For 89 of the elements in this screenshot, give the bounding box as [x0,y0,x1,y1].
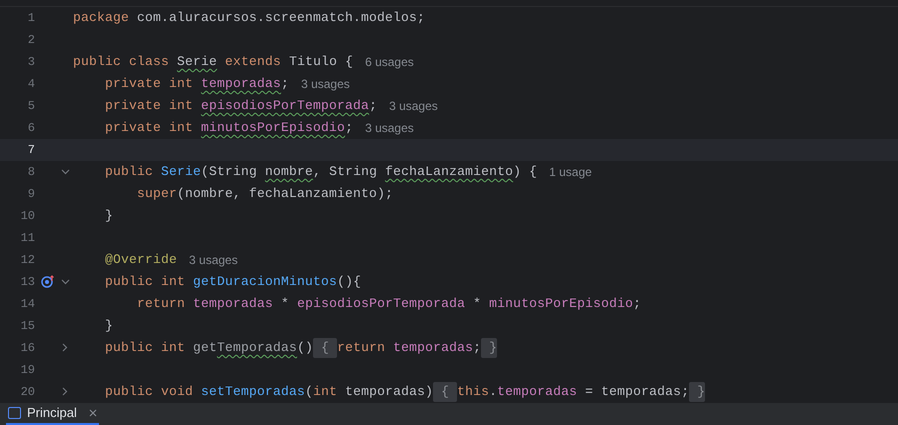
code-text: . [489,383,498,402]
folded-code[interactable]: } [481,338,498,358]
line-number: 7 [26,142,35,159]
line-number: 5 [26,98,35,115]
folded-code[interactable]: { [313,338,338,358]
code-text: (String [201,163,258,182]
field-name: minutosPorEpisodio [201,119,346,138]
keyword-text: int [313,383,338,402]
line-number: 2 [26,32,35,49]
keyword-text: public void [104,383,194,402]
field-name: temporadas [201,75,282,94]
field-name: episodiosPorTemporada [201,97,370,116]
keyword-text: public int [104,273,186,292]
folded-code[interactable]: { [433,382,458,402]
folded-code[interactable]: } [689,382,706,402]
line-number: 1 [26,10,35,27]
keyword-text: extends [224,53,282,72]
expand-icon[interactable] [62,387,68,396]
keyword-text: private int [104,75,194,94]
line-number: 6 [26,120,35,137]
usages-hint[interactable]: 3 usages [365,118,414,137]
line-number: 9 [26,186,35,203]
keyword-text: return [337,339,386,358]
usages-hint[interactable]: 6 usages [365,52,414,71]
field-name: episodiosPorTemporada [297,295,466,314]
code-text: nombre [265,163,314,182]
code-text: ( [305,383,314,402]
annotation-text: @Override [104,251,178,270]
code-text: (){ [337,273,362,292]
close-icon[interactable] [88,409,97,417]
override-icon[interactable] [40,275,54,288]
keyword-text: private int [104,97,194,116]
line-number: 14 [20,296,35,313]
keyword-text: public [104,163,154,182]
line-number: 20 [20,384,35,401]
code-text: } [104,207,114,226]
code-text: Titulo { [288,53,354,72]
line-number: 19 [20,362,35,379]
field-name: temporadas [497,383,578,402]
window-icon [8,407,21,419]
line-number: 10 [20,208,35,225]
code-text: fechaLanzamiento [385,163,514,182]
code-text: temporadas) [345,383,434,402]
line-number: 8 [26,164,35,181]
keyword-text: private int [104,119,194,138]
code-text: ; [473,339,482,358]
method-name: get [193,339,218,358]
code-text: } [104,317,114,336]
field-name: minutosPorEpisodio [489,295,634,314]
code-text: ; [345,119,354,138]
usages-hint[interactable]: 3 usages [389,96,438,115]
expand-icon[interactable] [62,343,68,352]
code-text: Serie [177,53,218,72]
method-name: getDuracionMinutos [193,273,338,292]
code-text: com.aluracursos.screenmatch.modelos; [137,9,426,28]
collapse-icon[interactable] [60,168,70,175]
code-text: (nombre, fechaLanzamiento); [177,185,394,204]
usages-hint[interactable]: 3 usages [301,74,350,93]
line-number: 12 [20,252,35,269]
usages-hint[interactable]: 1 usage [549,162,592,181]
keyword-text: this [457,383,490,402]
method-name: setTemporadas [201,383,306,402]
line-number: 11 [20,230,35,247]
keyword-text: public int [104,339,186,358]
field-name: temporadas [393,339,474,358]
line-number: 3 [26,54,35,71]
code-text: * [280,295,290,314]
line-number: 4 [26,76,35,93]
code-text: () [297,339,314,358]
collapse-icon[interactable] [60,278,70,285]
keyword-text: return [136,295,186,314]
keyword-text: super [136,185,178,204]
method-name: Temporadas [217,339,298,358]
code-text: , String [313,163,378,182]
code-text: ; [281,75,290,94]
file-tab[interactable]: Principal [6,403,99,425]
line-number: 13 [20,274,35,291]
code-text: = temporadas; [584,383,690,402]
keyword-text: package [73,9,130,28]
keyword-text: public class [73,53,170,72]
line-number: 16 [20,340,35,357]
code-text: ; [633,295,642,314]
code-text: ) { [513,163,538,182]
code-text: ; [369,97,378,116]
field-name: temporadas [193,295,274,314]
code-text: * [472,295,482,314]
usages-hint[interactable]: 3 usages [189,250,238,269]
method-name: Serie [161,163,202,182]
line-number: 15 [20,318,35,335]
